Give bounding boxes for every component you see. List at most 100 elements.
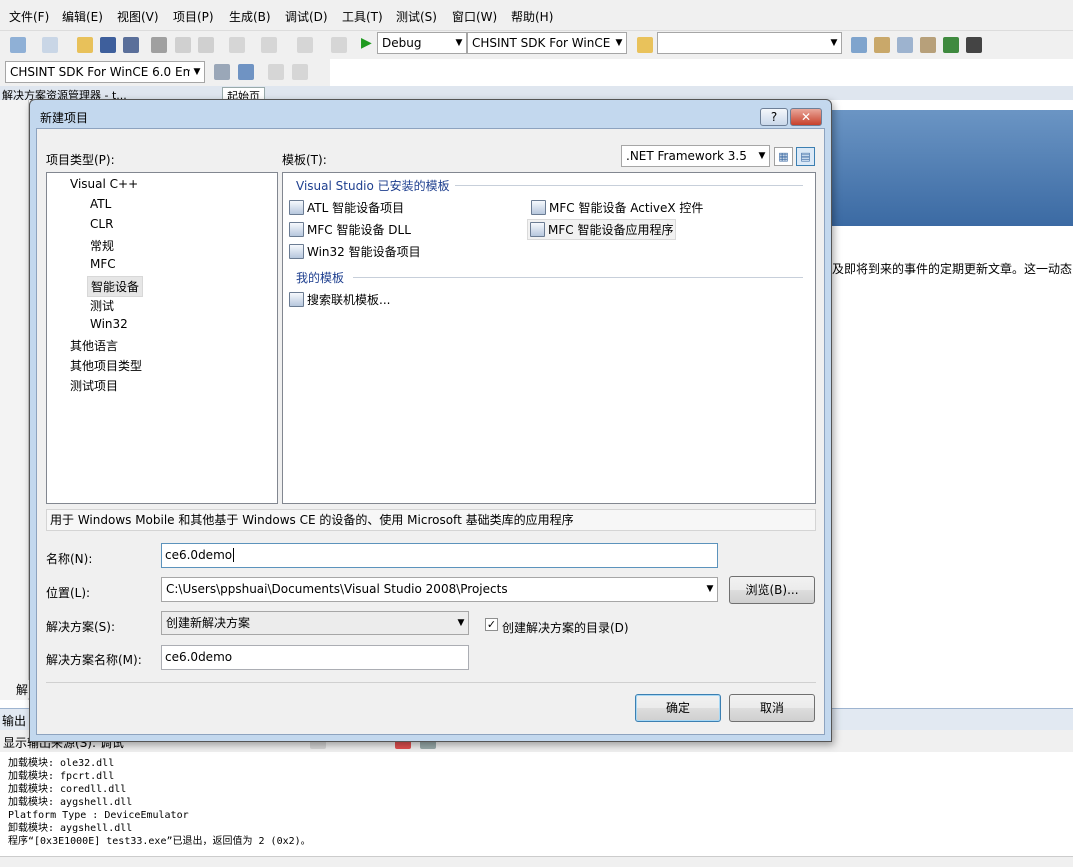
tree-item[interactable]: 其他语言 <box>67 336 121 355</box>
project-types-label: 项目类型(P): <box>46 153 115 167</box>
find-in-files-icon[interactable] <box>637 37 653 53</box>
menu-edit[interactable]: 编辑(E) <box>62 8 103 25</box>
tree-item[interactable]: CLR <box>87 216 116 232</box>
target-device-select[interactable]: CHSINT SDK For WinCE 6.0 Em ▼ <box>5 61 205 83</box>
solution-panel-tab[interactable]: 解 <box>0 680 29 698</box>
toolbox-icon[interactable] <box>920 37 936 53</box>
tree-item[interactable]: ATL <box>87 196 114 212</box>
find-combo[interactable]: ▼ <box>657 32 842 54</box>
menu-test[interactable]: 测试(S) <box>396 8 437 25</box>
save-icon[interactable] <box>100 37 116 53</box>
platform-select[interactable]: CHSINT SDK For WinCE ▼ <box>467 32 627 54</box>
template-mfc-dll[interactable]: MFC 智能设备 DLL <box>287 220 413 239</box>
installed-templates-header: Visual Studio 已安装的模板 <box>296 179 450 193</box>
search-online-icon <box>289 292 304 307</box>
start-page-content: 及即将到来的事件的定期更新文章。这一动态 <box>832 226 1073 686</box>
solution-name-field[interactable]: ce6.0demo <box>161 645 469 670</box>
dialog-title: 新建项目 <box>40 111 89 125</box>
solution-explorer-pane <box>0 100 29 700</box>
tree-item[interactable]: 测试 <box>87 296 117 315</box>
output-line: 程序“[0x3E1000E] test33.exe”已退出，返回值为 2 (0x… <box>8 836 311 847</box>
solution-name-label: 解决方案名称(M): <box>46 653 142 667</box>
start-page-icon[interactable] <box>943 37 959 53</box>
cancel-button[interactable]: 取消 <box>729 694 815 722</box>
name-field[interactable]: ce6.0demo <box>161 543 718 568</box>
output-title: 输出 <box>2 714 27 728</box>
installed-templates-divider <box>455 185 803 186</box>
menu-help[interactable]: 帮助(H) <box>511 8 553 25</box>
ok-button[interactable]: 确定 <box>635 694 721 722</box>
mfc-dll-icon <box>289 222 304 237</box>
output-line: 加载模块: ole32.dll <box>8 758 115 769</box>
large-icons-view-icon[interactable]: ▦ <box>774 147 793 166</box>
document-tab-strip: 解决方案资源管理器 - t... 起始页 <box>0 86 1073 105</box>
template-win32-smart-device[interactable]: Win32 智能设备项目 <box>287 242 423 261</box>
solution-explorer-icon[interactable] <box>851 37 867 53</box>
open-file-icon[interactable] <box>77 37 93 53</box>
template-mfc-activex[interactable]: MFC 智能设备 ActiveX 控件 <box>529 198 705 217</box>
create-dir-checkbox[interactable]: ✓ <box>485 618 498 631</box>
solution-label: 解决方案(S): <box>46 620 116 634</box>
tree-item[interactable]: MFC <box>87 256 119 272</box>
tree-item[interactable]: 智能设备 <box>87 276 144 297</box>
tree-item[interactable]: 测试项目 <box>67 376 121 395</box>
increase-indent-icon[interactable] <box>268 64 284 80</box>
tree-item[interactable]: 常规 <box>87 236 117 255</box>
object-browser-icon[interactable] <box>897 37 913 53</box>
location-select[interactable]: C:\Users\ppshuai\Documents\Visual Studio… <box>161 577 718 602</box>
template-mfc-application[interactable]: MFC 智能设备应用程序 <box>527 219 677 240</box>
browse-button[interactable]: 浏览(B)... <box>729 576 815 604</box>
output-text: 加载模块: ole32.dll 加载模块: fpcrt.dll 加载模块: core… <box>8 757 311 848</box>
footer-divider <box>46 682 816 683</box>
my-templates-header: 我的模板 <box>296 271 345 285</box>
cut-icon[interactable] <box>151 37 167 53</box>
menu-tools[interactable]: 工具(T) <box>342 8 383 25</box>
small-icons-view-icon[interactable]: ▤ <box>796 147 815 166</box>
solution-select[interactable]: 创建新解决方案 ▼ <box>161 611 469 635</box>
templates-label: 模板(T): <box>282 153 327 167</box>
output-line: 加载模块: fpcrt.dll <box>8 771 115 782</box>
navigate-backward-icon[interactable] <box>297 37 313 53</box>
menu-file[interactable]: 文件(F) <box>9 8 49 25</box>
menu-bar: 文件(F) 编辑(E) 视图(V) 项目(P) 生成(B) 调试(D) 工具(T… <box>0 0 1073 31</box>
atl-project-icon <box>289 200 304 215</box>
location-label: 位置(L): <box>46 586 91 600</box>
save-all-icon[interactable] <box>123 37 139 53</box>
properties-icon[interactable] <box>874 37 890 53</box>
framework-select[interactable]: .NET Framework 3.5 ▼ <box>621 145 770 167</box>
start-debugging-icon[interactable]: ▶ <box>361 35 372 51</box>
menu-build[interactable]: 生成(B) <box>229 8 271 25</box>
add-item-icon[interactable] <box>42 37 58 53</box>
template-atl-smart-device[interactable]: ATL 智能设备项目 <box>287 198 406 217</box>
tree-item[interactable]: Visual C++ <box>67 176 141 192</box>
search-online-templates[interactable]: 搜索联机模板... <box>287 290 392 309</box>
connect-device-icon[interactable] <box>238 64 254 80</box>
decrease-indent-icon[interactable] <box>292 64 308 80</box>
device-options-icon[interactable] <box>214 64 230 80</box>
config-select[interactable]: Debug ▼ <box>377 32 467 54</box>
menu-debug[interactable]: 调试(D) <box>285 8 328 25</box>
template-description: 用于 Windows Mobile 和其他基于 Windows CE 的设备的、… <box>46 509 816 531</box>
tree-item[interactable]: 其他项目类型 <box>67 356 145 375</box>
close-button[interactable]: ✕ <box>790 108 822 126</box>
new-project-icon[interactable] <box>10 37 26 53</box>
output-line: Platform Type : DeviceEmulator <box>8 810 189 821</box>
undo-icon[interactable] <box>229 37 245 53</box>
templates-list: Visual Studio 已安装的模板 ATL 智能设备项目 MFC 智能设备… <box>282 172 816 504</box>
mfc-application-icon <box>530 222 545 237</box>
menu-view[interactable]: 视图(V) <box>117 8 159 25</box>
redo-icon[interactable] <box>261 37 277 53</box>
paste-icon[interactable] <box>198 37 214 53</box>
tree-item[interactable]: Win32 <box>87 316 131 332</box>
dialog-client-area: 项目类型(P): 模板(T): .NET Framework 3.5 ▼ ▦ ▤ … <box>36 128 825 735</box>
navigate-forward-icon[interactable] <box>331 37 347 53</box>
command-window-icon[interactable] <box>966 37 982 53</box>
menu-project[interactable]: 项目(P) <box>173 8 214 25</box>
copy-icon[interactable] <box>175 37 191 53</box>
output-line: 加载模块: aygshell.dll <box>8 797 133 808</box>
help-button[interactable]: ? <box>760 108 788 126</box>
news-text: 及即将到来的事件的定期更新文章。这一动态 <box>832 262 1073 276</box>
name-label: 名称(N): <box>46 552 93 566</box>
my-templates-divider <box>353 277 803 278</box>
menu-window[interactable]: 窗口(W) <box>452 8 497 25</box>
